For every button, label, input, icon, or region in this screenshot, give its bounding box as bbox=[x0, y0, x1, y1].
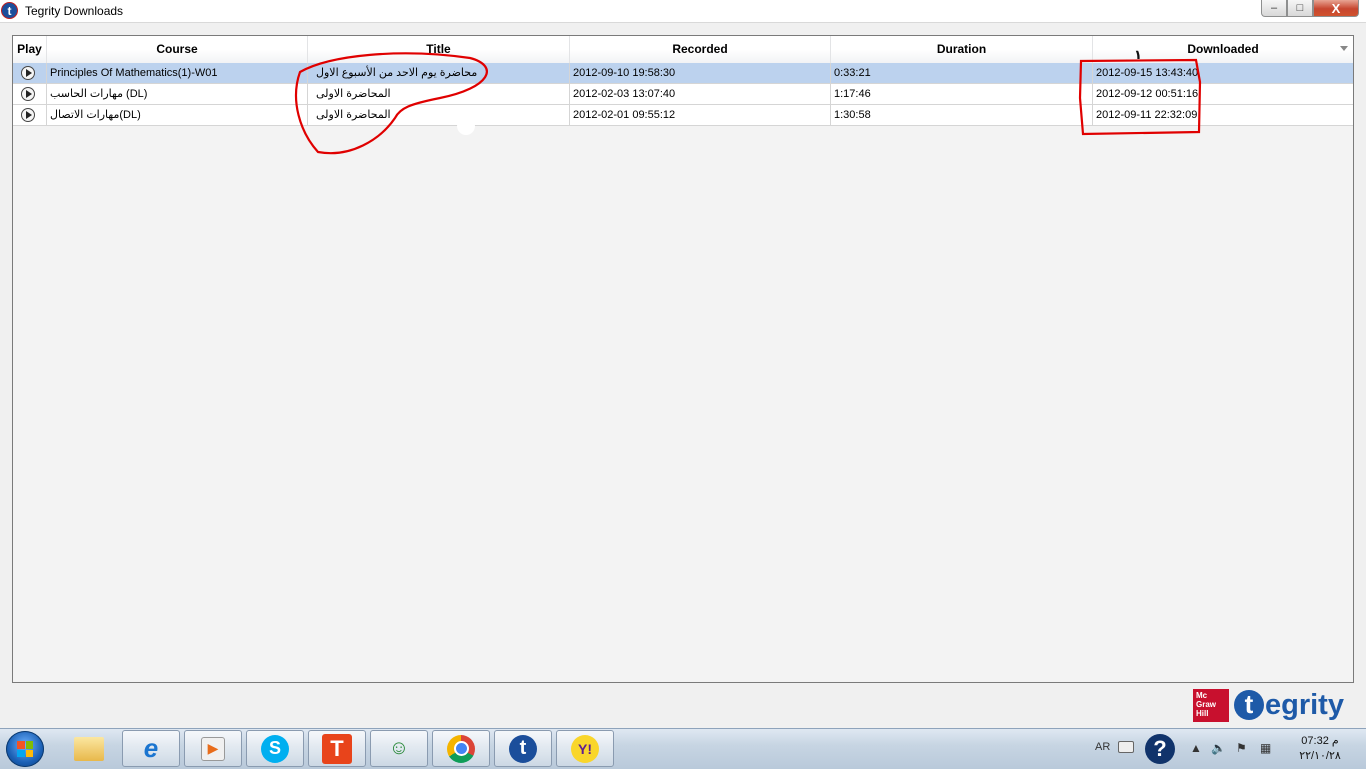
title-cell: محاضرة يوم الاحد من الأسبوع الاول bbox=[308, 63, 570, 83]
play-icon[interactable] bbox=[21, 87, 35, 101]
title-cell: المحاضرة الاولى bbox=[308, 84, 570, 104]
grid-header: Play Course Title Recorded Duration Down… bbox=[13, 36, 1353, 64]
downloads-grid: Play Course Title Recorded Duration Down… bbox=[12, 35, 1354, 683]
system-clock[interactable]: 07:32 م ٢٢/١٠/٢٨ bbox=[1290, 734, 1350, 764]
downloaded-cell: 2012-09-12 00:51:16 bbox=[1096, 88, 1199, 100]
sort-descending-icon bbox=[1340, 46, 1348, 51]
mcgraw-logo-line: Graw bbox=[1196, 700, 1217, 709]
yahoo-messenger-icon: Y! bbox=[571, 734, 599, 763]
taskbar-media-player[interactable]: ▶ bbox=[184, 730, 242, 767]
media-player-icon: ▶ bbox=[201, 736, 225, 761]
play-cell bbox=[13, 63, 47, 83]
recorded-cell: 2012-02-01 09:55:12 bbox=[570, 105, 831, 125]
downloaded-cell: 2012-09-15 13:43:40 bbox=[1096, 67, 1199, 79]
taskbar: e ▶ S T ☺ t Y! AR ? ▲ 🔈 ⚑ ▦ 07:32 م ٢٢/١… bbox=[0, 728, 1366, 769]
tegrity-t-icon: T bbox=[322, 733, 352, 764]
duration-cell: 1:30:58 bbox=[831, 105, 1093, 125]
table-row[interactable]: Principles Of Mathematics(1)-W01 محاضرة … bbox=[13, 63, 1353, 84]
column-header-recorded[interactable]: Recorded bbox=[570, 36, 831, 63]
language-indicator[interactable]: AR bbox=[1095, 741, 1110, 753]
messenger-icon: ☺ bbox=[388, 737, 410, 759]
tegrity-logo-t: t bbox=[1234, 690, 1264, 720]
internet-explorer-icon: e bbox=[143, 733, 159, 763]
play-icon[interactable] bbox=[21, 108, 35, 122]
window-title: Tegrity Downloads bbox=[25, 4, 124, 18]
mcgraw-logo-line: Hill bbox=[1196, 709, 1209, 718]
column-header-downloaded-label: Downloaded bbox=[1187, 42, 1259, 56]
column-header-duration[interactable]: Duration bbox=[831, 36, 1093, 63]
recorded-cell: 2012-09-10 19:58:30 bbox=[570, 63, 831, 83]
action-center-flag-icon[interactable]: ⚑ bbox=[1236, 741, 1247, 755]
table-row[interactable]: مهارات الاتصال(DL) المحاضرة الاولى 2012-… bbox=[13, 105, 1353, 126]
clock-time: 07:32 م bbox=[1301, 735, 1339, 747]
volume-icon[interactable]: 🔈 bbox=[1211, 741, 1226, 755]
play-cell bbox=[13, 105, 47, 125]
clock-date: ٢٢/١٠/٢٨ bbox=[1299, 750, 1341, 762]
close-button[interactable]: X bbox=[1313, 0, 1359, 17]
keyboard-icon[interactable] bbox=[1118, 741, 1134, 753]
table-row[interactable]: مهارات الحاسب (DL) المحاضرة الاولى 2012-… bbox=[13, 84, 1353, 105]
chrome-icon bbox=[447, 734, 475, 763]
duration-cell: 1:17:46 bbox=[831, 84, 1093, 104]
mcgraw-logo-line: Mc bbox=[1196, 691, 1208, 700]
course-cell: مهارات الاتصال(DL) bbox=[47, 105, 308, 125]
taskbar-messenger[interactable]: ☺ bbox=[370, 730, 428, 767]
tegrity-app-icon: t bbox=[1, 2, 18, 19]
column-header-downloaded[interactable]: Downloaded bbox=[1093, 36, 1353, 63]
taskbar-internet-explorer[interactable]: e bbox=[122, 730, 180, 767]
network-icon[interactable]: ▦ bbox=[1260, 741, 1271, 755]
duration-cell: 0:33:21 bbox=[831, 63, 1093, 83]
title-bar: t Tegrity Downloads – □ X bbox=[0, 0, 1366, 23]
column-header-course[interactable]: Course bbox=[47, 36, 308, 63]
start-button[interactable] bbox=[6, 731, 44, 767]
mcgraw-hill-logo: Mc Graw Hill bbox=[1193, 689, 1229, 722]
column-header-title[interactable]: Title bbox=[308, 36, 570, 63]
title-cell: المحاضرة الاولى bbox=[308, 105, 570, 125]
tegrity-logo: t egrity bbox=[1234, 688, 1344, 722]
downloaded-cell: 2012-09-11 22:32:09 bbox=[1096, 109, 1198, 121]
course-cell: مهارات الحاسب (DL) bbox=[47, 84, 308, 104]
taskbar-tegrity-t[interactable]: T bbox=[308, 730, 366, 767]
help-icon[interactable]: ? bbox=[1145, 734, 1175, 764]
maximize-button[interactable]: □ bbox=[1287, 0, 1313, 17]
play-icon[interactable] bbox=[21, 66, 35, 80]
taskbar-file-explorer[interactable] bbox=[60, 730, 118, 767]
column-header-play[interactable]: Play bbox=[13, 36, 47, 63]
taskbar-chrome[interactable] bbox=[432, 730, 490, 767]
taskbar-tegrity[interactable]: t bbox=[494, 730, 552, 767]
taskbar-yahoo-messenger[interactable]: Y! bbox=[556, 730, 614, 767]
tegrity-icon: t bbox=[509, 734, 537, 763]
recorded-cell: 2012-02-03 13:07:40 bbox=[570, 84, 831, 104]
minimize-button[interactable]: – bbox=[1261, 0, 1287, 17]
skype-icon: S bbox=[261, 734, 289, 763]
windows-logo-icon bbox=[17, 741, 33, 757]
folder-icon bbox=[74, 736, 104, 761]
taskbar-skype[interactable]: S bbox=[246, 730, 304, 767]
play-cell bbox=[13, 84, 47, 104]
course-cell: Principles Of Mathematics(1)-W01 bbox=[47, 63, 308, 83]
show-hidden-icons-icon[interactable]: ▲ bbox=[1190, 741, 1202, 755]
tegrity-logo-text: egrity bbox=[1265, 689, 1344, 721]
